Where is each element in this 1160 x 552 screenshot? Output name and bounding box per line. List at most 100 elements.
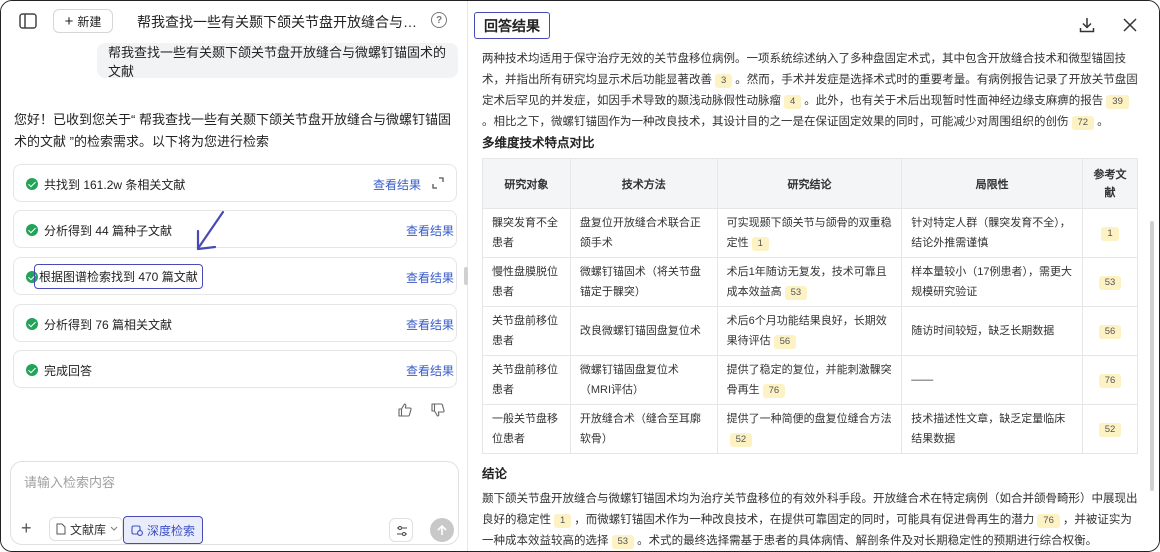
search-input-box[interactable]: 请输入检索内容 + 文献库 深度检索 bbox=[10, 461, 459, 545]
table-cell-subject: 慢性盘膜脱位患者 bbox=[482, 257, 571, 307]
table-cell-conclusion: 术后1年随访无复发，技术可靠且成本效益高 53 bbox=[716, 257, 903, 307]
cell-text: 慢性盘膜脱位患者 bbox=[492, 266, 558, 298]
cell-text: 一般关节盘移位患者 bbox=[492, 413, 558, 445]
help-icon[interactable]: ? bbox=[431, 12, 447, 28]
app-window: + 新建 帮我查找一些有关颞下颌关节盘开放缝合与微螺钉… ? 帮我查找一些有关颞… bbox=[0, 0, 1160, 552]
column-header: 研究结论 bbox=[716, 158, 903, 209]
view-results-link[interactable]: 查看结果 bbox=[406, 222, 454, 239]
table-cell-reference: 1 bbox=[1081, 208, 1139, 258]
table-cell-subject: 髁突发育不全患者 bbox=[482, 208, 571, 258]
cell-text: 提供了稳定的复位，并能刺激髁突骨再生 bbox=[726, 364, 892, 396]
sidebar-toggle-icon[interactable] bbox=[18, 11, 38, 31]
plus-icon[interactable]: + bbox=[21, 519, 37, 537]
citation-badge[interactable]: 1 bbox=[554, 514, 572, 528]
citation-badge[interactable]: 76 bbox=[1098, 374, 1122, 388]
citation-badge[interactable]: 56 bbox=[773, 335, 797, 349]
citation-badge[interactable]: 53 bbox=[784, 286, 808, 300]
library-label: 文献库 bbox=[70, 522, 107, 537]
cell-text: 微螺钉锚固术（将关节盘锚定于髁突） bbox=[579, 266, 701, 298]
cell-text: —— bbox=[911, 374, 934, 386]
cell-text: 关节盘前移位患者 bbox=[492, 364, 558, 396]
filter-settings-button[interactable] bbox=[389, 518, 413, 542]
citation-badge[interactable]: 4 bbox=[784, 95, 802, 109]
table-cell-reference: 53 bbox=[1081, 257, 1139, 307]
search-step: 根据图谱检索找到 470 篇文献 查看结果 bbox=[13, 257, 457, 295]
column-header: 参考文献 bbox=[1081, 158, 1139, 209]
view-results-link[interactable]: 查看结果 bbox=[406, 269, 454, 286]
citation-badge[interactable]: 72 bbox=[1071, 116, 1095, 130]
download-icon[interactable] bbox=[1079, 17, 1095, 33]
cell-text: 术后6个月功能结果良好，长期效果待评估 bbox=[726, 315, 887, 347]
citation-badge[interactable]: 53 bbox=[1098, 276, 1122, 290]
citation-badge[interactable]: 3 bbox=[715, 74, 733, 88]
table-cell-conclusion: 可实现颞下颌关节与颌骨的双重稳定性 1 bbox=[716, 208, 903, 258]
panel-title: 回答结果 bbox=[474, 12, 550, 39]
cell-text: 技术描述性文章，缺乏定量临床结果数据 bbox=[911, 413, 1066, 445]
citation-badge[interactable]: 76 bbox=[762, 384, 786, 398]
assistant-intro: 您好！已收到您关于“ 帮我查找一些有关颞下颌关节盘开放缝合与微螺钉锚固术的文献 … bbox=[14, 112, 451, 149]
citation-badge[interactable]: 1 bbox=[751, 237, 769, 251]
table-cell-conclusion: 提供了一种简便的盘复位缝合方法 52 bbox=[716, 404, 903, 454]
view-results-link[interactable]: 查看结果 bbox=[406, 362, 454, 379]
search-step: 完成回答 查看结果 bbox=[13, 350, 457, 388]
arrow-up-icon bbox=[437, 524, 447, 535]
table-cell-conclusion: 术后6个月功能结果良好，长期效果待评估 56 bbox=[716, 306, 903, 356]
cell-text: 髁突发育不全患者 bbox=[492, 217, 558, 249]
plus-icon: + bbox=[64, 12, 74, 30]
table-cell-subject: 关节盘前移位患者 bbox=[482, 355, 571, 405]
table-cell-conclusion: 提供了稳定的复位，并能刺激髁突骨再生 76 bbox=[716, 355, 903, 405]
deep-search-label: 深度检索 bbox=[146, 523, 195, 538]
user-message: 帮我查找一些有关颞下颌关节盘开放缝合与微螺钉锚固术的文献 bbox=[97, 43, 458, 79]
citation-badge[interactable]: 39 bbox=[1106, 95, 1129, 109]
citation-badge[interactable]: 76 bbox=[1037, 514, 1060, 528]
citation-badge[interactable]: 52 bbox=[729, 433, 753, 447]
view-results-link[interactable]: 查看结果 bbox=[373, 176, 421, 193]
table-cell-limitation: —— bbox=[901, 355, 1083, 405]
table-heading: 多维度技术特点对比 bbox=[482, 136, 595, 150]
view-results-link[interactable]: 查看结果 bbox=[406, 316, 454, 333]
chat-panel: + 新建 帮我查找一些有关颞下颌关节盘开放缝合与微螺钉… ? 帮我查找一些有关颞… bbox=[1, 1, 464, 551]
annotation-arrow-icon bbox=[196, 210, 225, 251]
thumbs-down-icon[interactable] bbox=[431, 403, 445, 417]
table-row: 一般关节盘移位患者 开放缝合术（缝合至耳廓软骨） 提供了一种简便的盘复位缝合方法 52… bbox=[482, 404, 1139, 454]
document-icon bbox=[56, 523, 66, 535]
step-label: 根据图谱检索找到 470 篇文献 bbox=[34, 264, 203, 289]
deep-search-icon bbox=[131, 524, 143, 536]
cell-text: 改良微螺钉锚固盘复位术 bbox=[579, 325, 701, 337]
cell-text: 样本量较小（17例患者），需更大规模研究验证 bbox=[911, 266, 1073, 298]
table-header-row: 研究对象 技术方法 研究结论 局限性 参考文献 bbox=[482, 158, 1139, 209]
sliders-icon bbox=[397, 525, 407, 537]
thumbs-up-icon[interactable] bbox=[398, 403, 412, 417]
new-chat-button[interactable]: + 新建 bbox=[53, 9, 113, 33]
table-cell-limitation: 样本量较小（17例患者），需更大规模研究验证 bbox=[901, 257, 1083, 307]
library-select[interactable]: 文献库 bbox=[49, 517, 123, 541]
search-input[interactable]: 请输入检索内容 bbox=[24, 472, 115, 491]
search-step: 分析得到 44 篇种子文献 查看结果 bbox=[13, 210, 457, 248]
cell-text: 盘复位开放缝合术联合正颌手术 bbox=[579, 217, 701, 249]
step-label: 完成回答 bbox=[44, 364, 93, 378]
citation-badge[interactable]: 52 bbox=[1098, 423, 1122, 437]
comparison-table: 研究对象 技术方法 研究结论 局限性 参考文献 髁突发育不全患者 盘复位开放缝合术… bbox=[482, 158, 1139, 454]
column-header: 技术方法 bbox=[569, 158, 718, 209]
close-icon[interactable] bbox=[1122, 17, 1138, 33]
deep-search-button[interactable]: 深度检索 bbox=[123, 516, 203, 544]
citation-badge[interactable]: 53 bbox=[611, 535, 635, 549]
table-cell-subject: 一般关节盘移位患者 bbox=[482, 404, 571, 454]
answer-text: 。术式的最终选择需基于患者的具体病情、解剖条件及对长期稳定性的预期进行综合权衡。 bbox=[637, 535, 1098, 547]
citation-badge[interactable]: 56 bbox=[1098, 325, 1122, 339]
step-label: 分析得到 76 篇相关文献 bbox=[44, 318, 173, 332]
expand-icon[interactable] bbox=[432, 177, 444, 189]
table-cell-reference: 76 bbox=[1081, 355, 1139, 405]
table-cell-limitation: 随访时间较短，缺乏长期数据 bbox=[901, 306, 1083, 356]
table-cell-limitation: 技术描述性文章，缺乏定量临床结果数据 bbox=[901, 404, 1083, 454]
citation-badge[interactable]: 1 bbox=[1101, 227, 1119, 241]
cell-text: 关节盘前移位患者 bbox=[492, 315, 558, 347]
table-cell-method: 改良微螺钉锚固盘复位术 bbox=[569, 306, 718, 356]
table-cell-reference: 52 bbox=[1081, 404, 1139, 454]
cell-text: 提供了一种简便的盘复位缝合方法 bbox=[726, 413, 892, 425]
column-header: 研究对象 bbox=[482, 158, 571, 209]
search-step: 共找到 161.2w 条相关文献 查看结果 bbox=[13, 164, 457, 202]
scrollbar[interactable] bbox=[1150, 221, 1154, 491]
send-button[interactable] bbox=[430, 518, 454, 542]
new-chat-label: 新建 bbox=[77, 14, 102, 29]
